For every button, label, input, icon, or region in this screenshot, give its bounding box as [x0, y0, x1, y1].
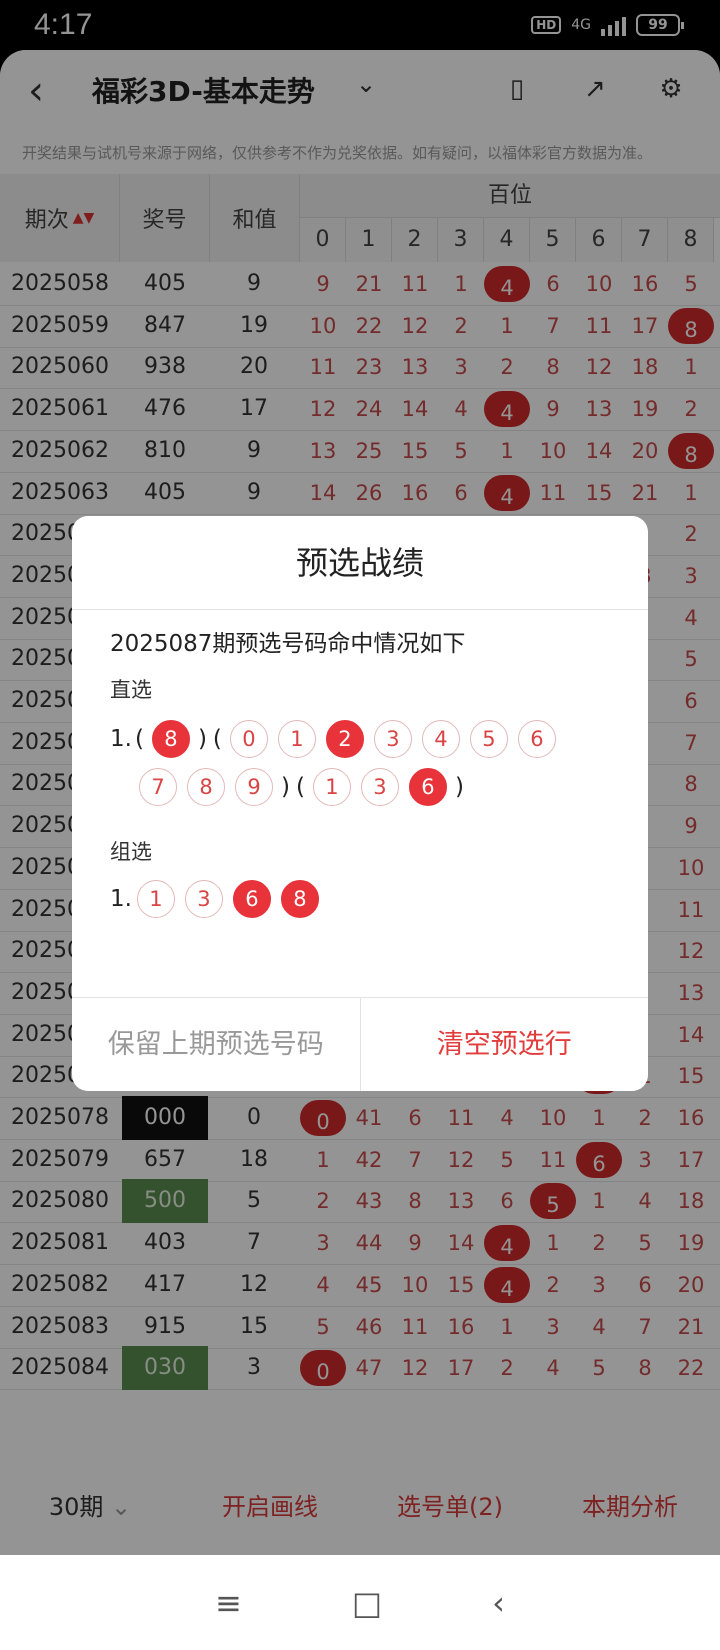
group-label: 组选 — [110, 840, 152, 864]
number-ball: 2 — [325, 720, 364, 758]
number-ball: 3 — [373, 720, 412, 758]
row-index: 1. — [110, 726, 132, 752]
preselect-result-dialog: 预选战绩 2025087期预选号码命中情况如下 直选 1.(8)(0 1 2 3 4 5 6… — [72, 516, 648, 1091]
number-ball: 8 — [280, 880, 319, 918]
number-ball: 1 — [312, 768, 351, 806]
number-ball: 6 — [232, 880, 271, 918]
dialog-title: 预选战绩 — [72, 516, 648, 610]
number-ball: 3 — [184, 880, 223, 918]
clear-preselect-button[interactable]: 清空预选行 — [361, 998, 649, 1091]
paren: ( — [134, 726, 144, 752]
menu-icon[interactable]: ≡ — [215, 1584, 242, 1622]
number-ball: 6 — [517, 720, 556, 758]
number-ball: 3 — [360, 768, 399, 806]
paren: ( — [212, 726, 222, 752]
number-ball: 8 — [151, 720, 190, 758]
number-ball: 0 — [229, 720, 268, 758]
paren: ) — [197, 726, 207, 752]
direct-label: 直选 — [110, 678, 152, 702]
direct-row: 1.(8)(0 1 2 3 4 5 6 — [110, 720, 561, 758]
back-nav-icon[interactable]: ‹ — [492, 1584, 505, 1622]
paren: ) — [454, 774, 464, 800]
number-ball: 9 — [235, 768, 273, 806]
paren: ) — [281, 774, 290, 800]
number-ball: 8 — [187, 768, 225, 806]
paren: ( — [295, 774, 305, 800]
home-icon[interactable]: □ — [352, 1584, 382, 1622]
group-row: 1. 1 3 6 8 — [110, 880, 324, 918]
number-ball: 5 — [469, 720, 508, 758]
system-nav-bar: ≡ □ ‹ — [0, 1555, 720, 1650]
number-ball: 4 — [421, 720, 460, 758]
number-ball: 7 — [139, 768, 177, 806]
dialog-actions: 保留上期预选号码 清空预选行 — [72, 997, 648, 1091]
direct-row-cont: 7 8 9)(1 3 6) — [134, 768, 467, 806]
row-index: 1. — [110, 886, 132, 912]
number-ball: 1 — [136, 880, 175, 918]
keep-previous-button[interactable]: 保留上期预选号码 — [72, 998, 361, 1091]
number-ball: 6 — [408, 768, 447, 806]
dialog-summary: 2025087期预选号码命中情况如下 — [110, 631, 466, 657]
number-ball: 1 — [277, 720, 316, 758]
